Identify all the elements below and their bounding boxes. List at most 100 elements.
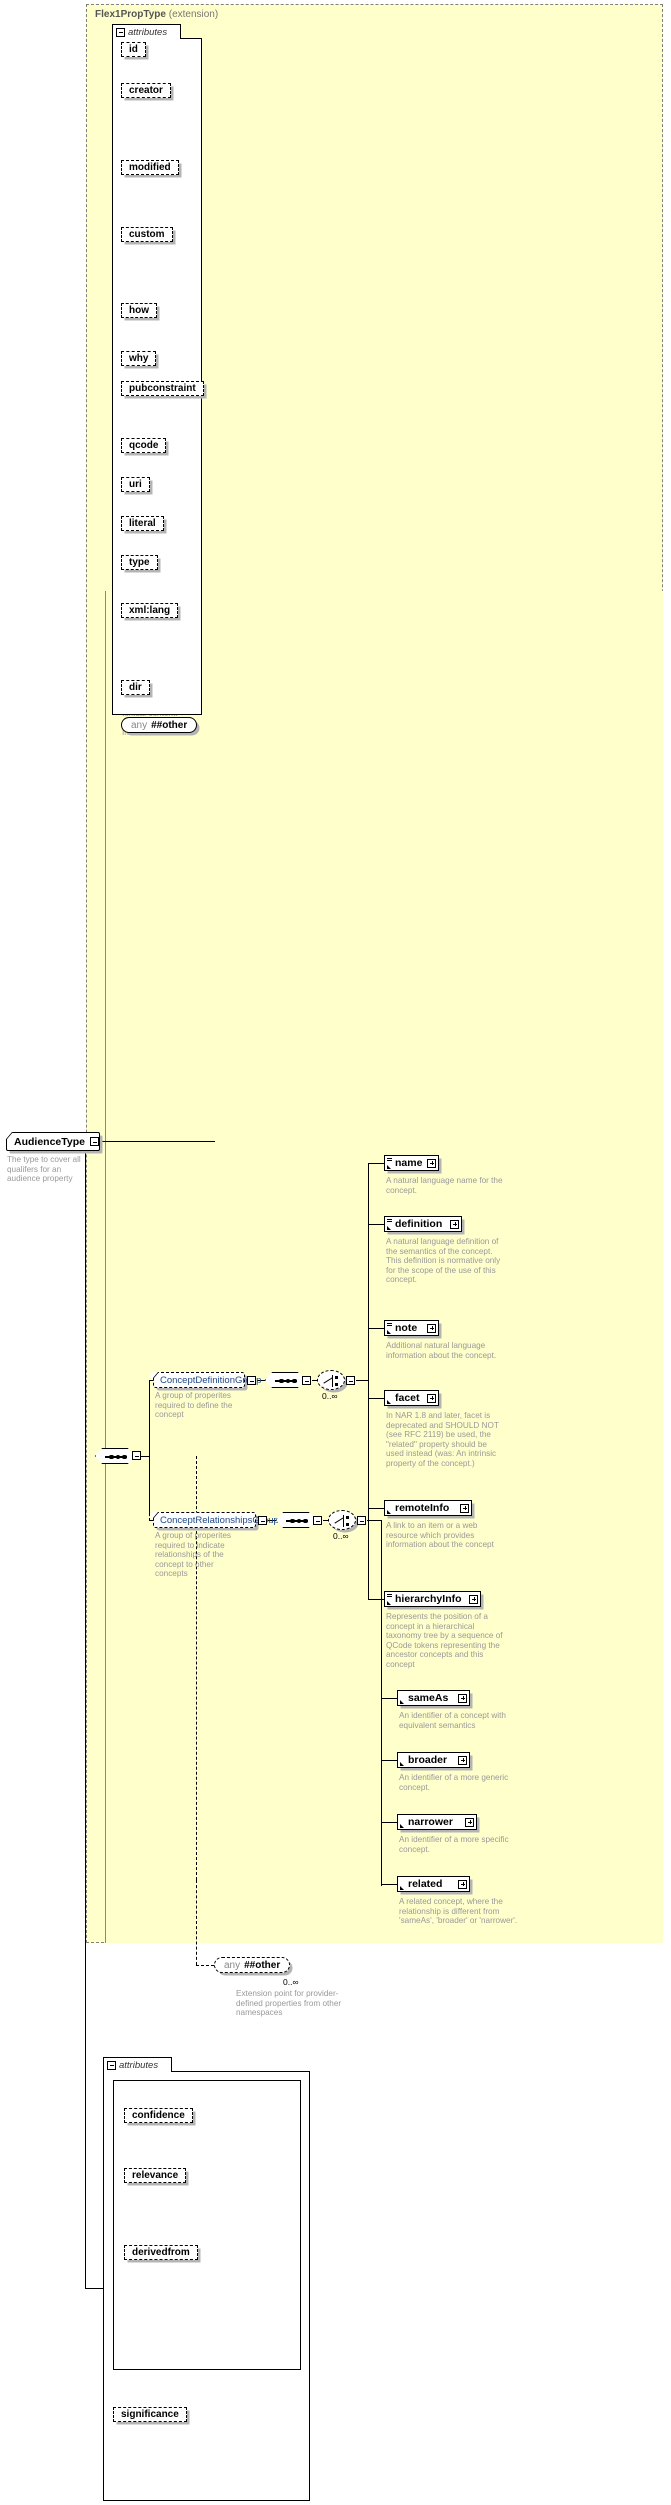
attribute-relevance[interactable]: relevance [124, 2168, 187, 2183]
crg-branch-spine [381, 1696, 382, 1886]
crg-choice-connector[interactable] [328, 1510, 356, 1530]
attribute-why[interactable]: why [121, 351, 157, 366]
expand-icon[interactable] [427, 1323, 436, 1333]
attributes-label: attributes [128, 26, 168, 38]
attribute-id[interactable]: id [121, 42, 146, 57]
expand-icon[interactable] [469, 1594, 478, 1604]
attribute-confidence[interactable]: confidence [124, 2108, 193, 2123]
element-narrower[interactable]: narrower [397, 1814, 477, 1830]
expand-icon[interactable] [458, 1693, 467, 1703]
connector-cdg-choice-to-spine [356, 1380, 368, 1381]
any-other-extension-node[interactable]: any ##other [214, 1957, 291, 1973]
expand-icon[interactable] [458, 1755, 467, 1765]
sequence-dot-icon [292, 1378, 297, 1384]
element-name[interactable]: name [384, 1155, 439, 1171]
sequence-dot-icon [279, 1378, 284, 1384]
element-related[interactable]: related [397, 1876, 470, 1892]
element-sameas[interactable]: sameAs [397, 1690, 470, 1706]
main-sequence-connector[interactable] [95, 1448, 135, 1464]
attribute-xml-lang[interactable]: xml:lang [121, 603, 179, 618]
expand-icon[interactable] [427, 1158, 437, 1168]
cdg-choice-expander[interactable] [346, 1376, 355, 1385]
attribute-qcode[interactable]: qcode [121, 438, 167, 453]
cdg-expander[interactable] [247, 1376, 256, 1385]
element-broader-desc: An identifier of a more generic concept. [399, 1773, 509, 1792]
concept-relationships-group-node[interactable]: ConceptRelationshipsGroup [147, 1512, 279, 1528]
audiencetype-node[interactable]: AudienceType [0, 1132, 100, 1151]
element-label: name [395, 1157, 423, 1169]
audiencetype-vertical-spine [85, 1141, 86, 2288]
attribute-label: xml:lang [129, 605, 171, 616]
attribute-significance[interactable]: significance [113, 2407, 187, 2422]
cdg-branch-spine [368, 1163, 369, 1599]
flex1proptype-panel-title: Flex1PropType (extension) [95, 9, 218, 20]
attribute-modified[interactable]: modified [121, 160, 179, 175]
element-label: facet [395, 1392, 420, 1404]
attribute-label: qcode [129, 440, 159, 451]
crg-seq-expander[interactable] [313, 1516, 322, 1525]
quantify-attributes-box [113, 2080, 301, 2370]
attribute-dir[interactable]: dir [121, 680, 150, 695]
element-label: related [408, 1878, 443, 1890]
element-name-desc: A natural language name for the concept. [386, 1176, 503, 1195]
sequence-dot-icon [296, 1518, 301, 1524]
expand-icon[interactable] [458, 1879, 467, 1889]
element-definition[interactable]: definition [384, 1216, 462, 1232]
cdg-sequence-connector[interactable] [265, 1372, 305, 1388]
element-note[interactable]: note [384, 1320, 439, 1336]
element-label: definition [395, 1218, 443, 1230]
crg-expander[interactable] [258, 1516, 267, 1525]
element-broader[interactable]: broader [397, 1752, 470, 1768]
attribute-creator[interactable]: creator [121, 83, 171, 98]
concept-definition-group-node[interactable]: ConceptDefinitionGroup [147, 1372, 261, 1388]
collapse-icon[interactable] [107, 2060, 116, 2070]
collapse-icon[interactable] [116, 27, 125, 37]
element-remoteinfo[interactable]: remoteInfo [384, 1500, 472, 1516]
attributes-tab-audience[interactable]: attributes [103, 2057, 172, 2072]
branch-to-remoteinfo [368, 1508, 384, 1509]
branch-to-sameas [381, 1698, 397, 1699]
attribute-uri[interactable]: uri [121, 477, 150, 492]
any-other-cardinality: 0..∞ [283, 1977, 299, 1987]
namespace-label: ##other [151, 719, 188, 731]
element-facet[interactable]: facet [384, 1390, 439, 1406]
expand-icon[interactable] [460, 1503, 469, 1513]
attribute-literal[interactable]: literal [121, 516, 164, 531]
element-label: sameAs [408, 1692, 449, 1704]
collapse-icon[interactable] [90, 1137, 99, 1146]
attribute-label: uri [129, 479, 142, 490]
element-hierarchyinfo[interactable]: hierarchyInfo [384, 1591, 481, 1607]
any-other-attribute-node[interactable]: any ##other [121, 717, 198, 733]
attribute-pubconstraint[interactable]: pubconstraint [121, 381, 204, 396]
element-label: narrower [408, 1816, 453, 1828]
attribute-label: literal [129, 518, 156, 529]
attribute-custom[interactable]: custom [121, 227, 173, 242]
attributes-tab-flex[interactable]: attributes [112, 24, 181, 39]
main-sequence-expander[interactable] [132, 1451, 141, 1460]
element-related-desc: A related concept, where the relationshi… [399, 1897, 518, 1926]
element-label: broader [408, 1754, 448, 1766]
cdg-seq-expander[interactable] [302, 1376, 311, 1385]
attribute-type[interactable]: type [121, 555, 158, 570]
any-keyword: any [131, 719, 148, 731]
panel-type-qualifier: (extension) [168, 9, 219, 20]
cdg-choice-connector[interactable] [317, 1370, 345, 1390]
connector-main-to-seq [141, 1456, 149, 1457]
concept-definition-group-desc: A group of properites required to define… [155, 1391, 233, 1420]
expand-icon[interactable] [465, 1817, 474, 1827]
attribute-label: creator [129, 85, 163, 96]
attribute-label: pubconstraint [129, 383, 196, 394]
connector-audiencetype-to-panel [100, 1141, 215, 1142]
attribute-label: derivedfrom [132, 2247, 190, 2258]
branch-to-name [368, 1163, 384, 1164]
branch-to-narrower [381, 1822, 397, 1823]
expand-icon[interactable] [427, 1393, 436, 1403]
attribute-how[interactable]: how [121, 303, 157, 318]
expand-icon[interactable] [450, 1219, 459, 1229]
attribute-label: type [129, 557, 150, 568]
cdg-cardinality: 0..∞ [322, 1391, 338, 1401]
attribute-derivedfrom[interactable]: derivedfrom [124, 2245, 198, 2260]
attribute-label: how [129, 305, 149, 316]
crg-choice-expander[interactable] [357, 1516, 366, 1525]
crg-sequence-connector[interactable] [276, 1512, 316, 1528]
